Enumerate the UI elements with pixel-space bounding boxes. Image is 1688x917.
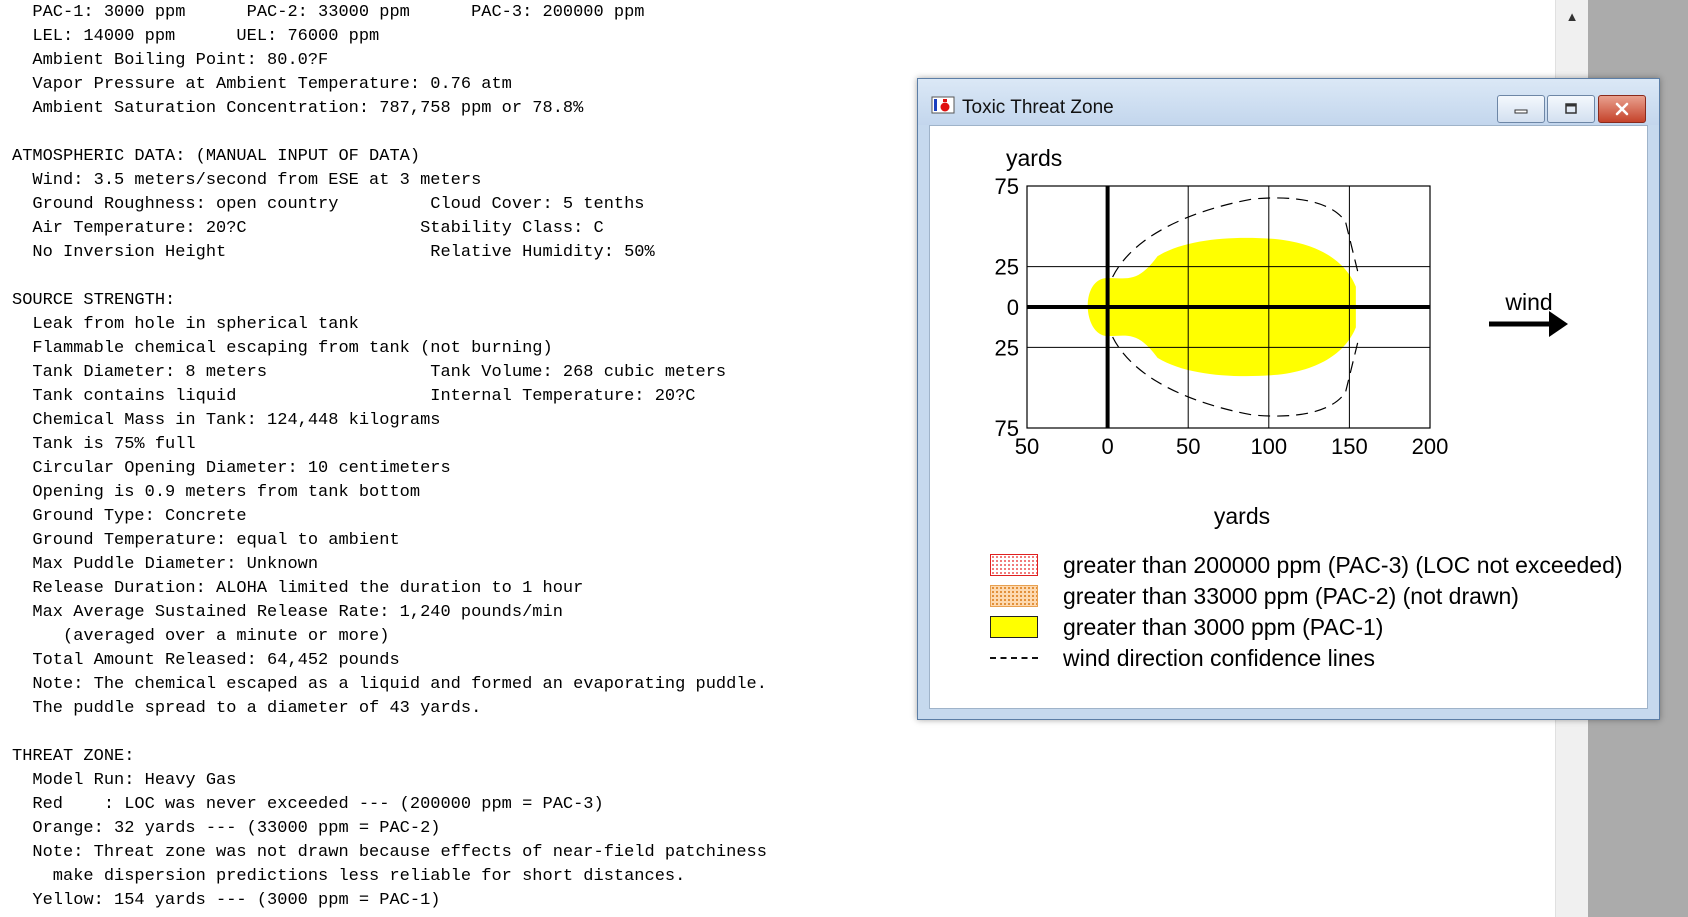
y-unit-label: yards	[1006, 145, 1062, 171]
minimize-button[interactable]	[1497, 95, 1545, 123]
legend-label: greater than 33000 ppm (PAC-2) (not draw…	[1063, 583, 1519, 609]
x-tick-label: 150	[1331, 434, 1368, 459]
y-tick-label: 25	[995, 335, 1019, 360]
pac3-swatch	[990, 554, 1038, 576]
toxic-threat-zone-window[interactable]: Toxic Threat Zone yards 50 0 50 100 150 200 75…	[917, 78, 1660, 720]
close-icon	[1615, 102, 1629, 116]
x-tick-label: 0	[1101, 434, 1113, 459]
pac1-swatch	[990, 616, 1038, 638]
aloha-app-icon	[931, 96, 955, 114]
y-tick-label: 75	[995, 174, 1019, 199]
y-tick-label: 0	[1007, 295, 1019, 320]
y-tick-label: 25	[995, 255, 1019, 280]
close-button[interactable]	[1598, 95, 1646, 123]
x-tick-label: 100	[1250, 434, 1287, 459]
maximize-button[interactable]	[1547, 95, 1595, 123]
minimize-icon	[1514, 109, 1528, 114]
legend-label: wind direction confidence lines	[1063, 645, 1375, 671]
plot-layer: 50 0 50 100 150 200752502575	[995, 174, 1449, 459]
maximize-icon	[1565, 103, 1577, 114]
y-tick-label: 75	[995, 416, 1019, 441]
report-text: PAC-1: 3000 ppm PAC-2: 33000 ppm PAC-3: …	[12, 3, 767, 910]
x-unit-label: yards	[1214, 503, 1270, 529]
wind-label: wind	[1504, 289, 1552, 315]
pac2-swatch	[990, 585, 1038, 607]
scroll-up-icon[interactable]: ▲	[1556, 0, 1588, 32]
x-tick-label: 50	[1176, 434, 1200, 459]
legend-label: greater than 3000 ppm (PAC-1)	[1063, 614, 1384, 640]
title-bar[interactable]: Toxic Threat Zone	[918, 79, 1659, 125]
legend-label: greater than 200000 ppm (PAC-3) (LOC not…	[1063, 552, 1623, 578]
window-title: Toxic Threat Zone	[962, 97, 1114, 118]
confidence-line-swatch	[990, 657, 1038, 659]
threat-zone-plot-area: yards 50 0 50 100 150 200 75 25 0 25 75 yards wind…	[929, 125, 1648, 709]
x-tick-label: 200	[1412, 434, 1449, 459]
